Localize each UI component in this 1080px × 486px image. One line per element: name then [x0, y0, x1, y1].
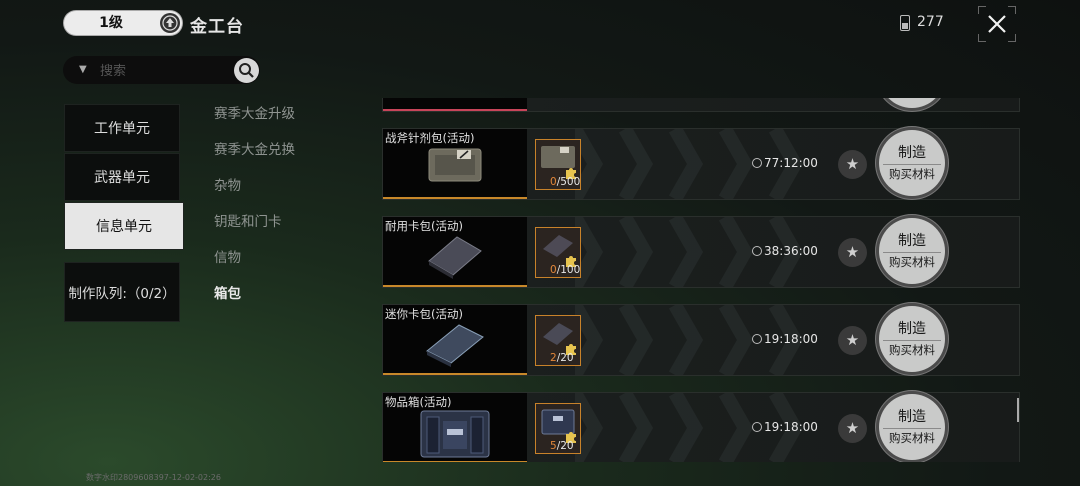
- required-count: /20: [556, 352, 574, 364]
- level-up-icon[interactable]: [160, 13, 180, 33]
- item-thumbnail[interactable]: 迷你卡包(活动): [383, 305, 527, 375]
- craft-queue-label: 制作队列:（0/2）: [68, 286, 176, 302]
- search-input[interactable]: [98, 60, 252, 82]
- recipe-list[interactable]: 战斧针剂包(活动) 0/500 77:12:00 ★ 制造 购买材料 耐用卡包(…: [382, 98, 1022, 462]
- material-count: 0/500: [550, 176, 580, 188]
- category-tokens[interactable]: 信物: [214, 246, 241, 266]
- craft-time: 19:18:00: [764, 332, 818, 346]
- item-thumbnail[interactable]: 物品箱(活动): [383, 393, 527, 462]
- material-slot[interactable]: 2/20: [535, 315, 581, 366]
- card-case-icon: [428, 236, 482, 279]
- craft-button[interactable]: 制造 购买材料: [879, 218, 945, 284]
- clock-icon: [752, 421, 762, 432]
- item-box-icon: [420, 410, 490, 458]
- material-slot[interactable]: 5/20: [535, 403, 581, 454]
- clock-icon: [752, 333, 762, 344]
- close-button[interactable]: [978, 6, 1016, 42]
- sidebar-item-work-unit[interactable]: 工作单元: [64, 104, 180, 152]
- owned-count: 5: [550, 440, 557, 452]
- category-season-gold-upgrade[interactable]: 赛季大金升级: [214, 102, 295, 122]
- page-title: 金工台: [190, 17, 244, 37]
- required-count: /100: [556, 264, 581, 276]
- buy-materials-label: 购买材料: [883, 252, 941, 270]
- buy-materials-label: 购买材料: [883, 340, 941, 358]
- category-misc[interactable]: 杂物: [214, 174, 241, 194]
- level-pill[interactable]: 1级: [64, 11, 182, 35]
- material-count: 2/20: [550, 352, 574, 364]
- craft-timer: 19:18:00: [752, 332, 818, 346]
- owned-count: 2: [550, 352, 557, 364]
- material-count: 5/20: [550, 440, 574, 452]
- craft-label: 制造: [898, 409, 926, 425]
- favorite-star-icon[interactable]: ★: [838, 150, 867, 179]
- clock-icon: [752, 157, 762, 168]
- recipe-row[interactable]: 战斧针剂包(活动) 0/500 77:12:00 ★ 制造 购买材料: [382, 128, 1020, 200]
- craft-label: 制造: [898, 145, 926, 161]
- favorite-star-icon[interactable]: ★: [838, 414, 867, 443]
- buy-materials-label: 购买材料: [883, 164, 941, 182]
- item-name: 战斧针剂包(活动): [385, 131, 475, 145]
- sidebar-item-info-unit[interactable]: 信息单元: [64, 202, 184, 250]
- craft-time: 77:12:00: [764, 156, 818, 170]
- sidebar-item-weapon-unit[interactable]: 武器单元: [64, 153, 180, 201]
- craft-button[interactable]: 制造 购买材料: [879, 394, 945, 460]
- injector-pack-icon: [428, 148, 482, 182]
- material-count: 0/100: [550, 264, 580, 276]
- recipe-row-partial: [382, 98, 1020, 112]
- sidebar-item-label: 武器单元: [94, 170, 150, 186]
- owned-count: 0: [550, 264, 557, 276]
- item-thumbnail[interactable]: 耐用卡包(活动): [383, 217, 527, 287]
- recipe-row[interactable]: 耐用卡包(活动) 0/100 38:36:00 ★ 制造 购买材料: [382, 216, 1020, 288]
- category-bags[interactable]: 箱包: [214, 282, 241, 302]
- watermark: 数字水印2809608397-12-02-02:26: [86, 473, 221, 482]
- craft-label: 制造: [898, 321, 926, 337]
- favorite-star-icon[interactable]: ★: [838, 238, 867, 267]
- item-thumbnail: [383, 98, 527, 111]
- level-label: 1级: [99, 15, 123, 31]
- favorite-star-icon[interactable]: ★: [838, 326, 867, 355]
- owned-count: 0: [550, 176, 557, 188]
- corner-mark: [978, 34, 986, 42]
- material-slot[interactable]: 0/500: [535, 139, 581, 190]
- corner-mark: [1008, 34, 1016, 42]
- currency-amount: 277: [917, 14, 944, 30]
- recipe-row[interactable]: 迷你卡包(活动) 2/20 19:18:00 ★ 制造 购买材料: [382, 304, 1020, 376]
- clock-icon: [752, 245, 762, 256]
- craft-timer: 38:36:00: [752, 244, 818, 258]
- craft-time: 38:36:00: [764, 244, 818, 258]
- search-icon[interactable]: [234, 58, 259, 83]
- buy-materials-label: 购买材料: [883, 428, 941, 446]
- craft-button[interactable]: 制造 购买材料: [879, 130, 945, 196]
- craft-queue[interactable]: 制作队列:（0/2）: [64, 262, 180, 322]
- craft-time: 19:18:00: [764, 420, 818, 434]
- category-season-gold-exchange[interactable]: 赛季大金兑换: [214, 138, 295, 158]
- sidebar-item-label: 信息单元: [96, 219, 152, 235]
- close-icon: [988, 15, 1006, 33]
- craft-timer: 77:12:00: [752, 156, 818, 170]
- corner-mark: [1008, 6, 1016, 14]
- scrollbar[interactable]: [1017, 398, 1019, 422]
- search-bar: ▼: [63, 56, 260, 84]
- category-keys-cards[interactable]: 钥匙和门卡: [214, 210, 282, 230]
- craft-button[interactable]: [879, 98, 945, 108]
- mini-card-case-icon: [426, 324, 484, 367]
- item-thumbnail[interactable]: 战斧针剂包(活动): [383, 129, 527, 199]
- sidebar-item-label: 工作单元: [94, 121, 150, 137]
- material-slot[interactable]: 0/100: [535, 227, 581, 278]
- battery-icon: [900, 15, 910, 31]
- required-count: /20: [556, 440, 574, 452]
- craft-label: 制造: [898, 233, 926, 249]
- required-count: /500: [556, 176, 581, 188]
- recipe-row[interactable]: 物品箱(活动) 5/20 19:18:00 ★ 制造 购买材料: [382, 392, 1020, 462]
- craft-timer: 19:18:00: [752, 420, 818, 434]
- craft-button[interactable]: 制造 购买材料: [879, 306, 945, 372]
- corner-mark: [978, 6, 986, 14]
- dropdown-triangle-icon[interactable]: ▼: [79, 64, 87, 75]
